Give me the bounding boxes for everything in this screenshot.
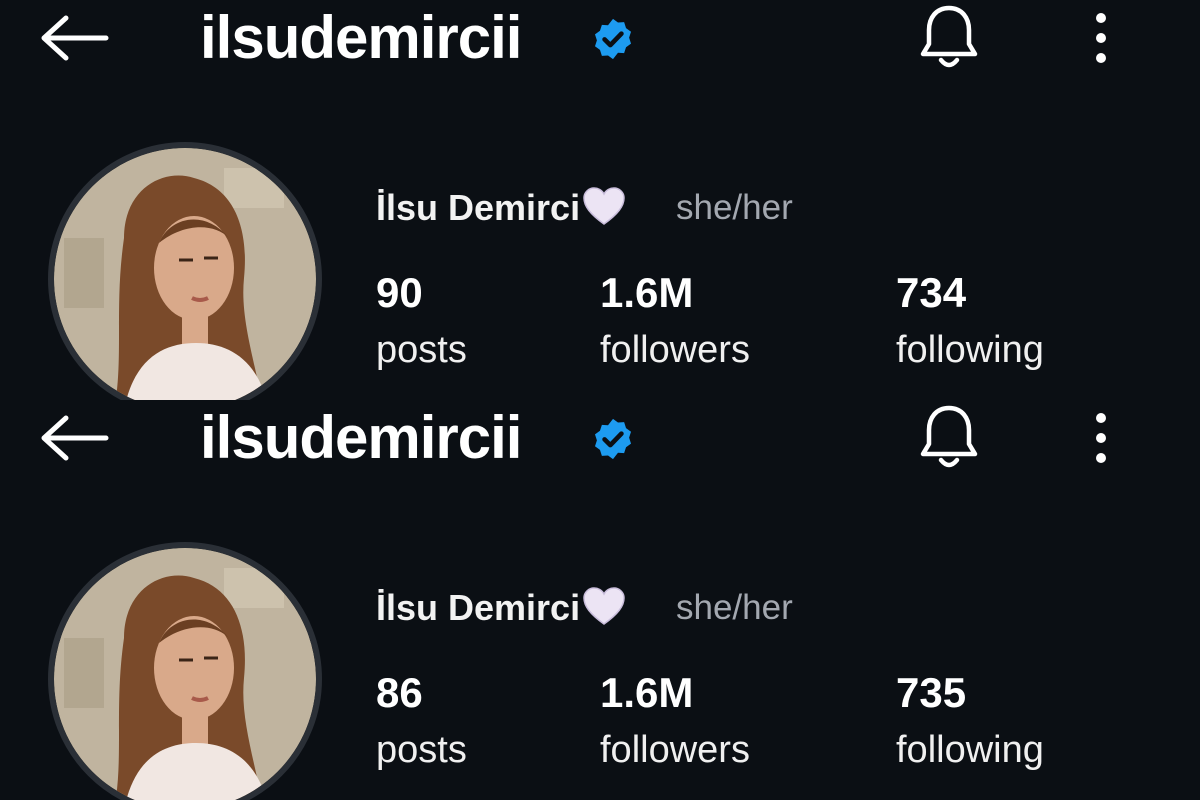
avatar-photo <box>54 148 316 400</box>
posts-label: posts <box>376 729 467 771</box>
notifications-button[interactable] <box>912 402 986 474</box>
posts-value: 90 <box>376 269 423 316</box>
posts-value: 86 <box>376 669 423 716</box>
following-label: following <box>896 729 1044 771</box>
white-heart-icon <box>583 587 625 625</box>
following-value: 735 <box>896 669 967 716</box>
followers-label: followers <box>600 729 750 771</box>
avatar-photo <box>54 548 316 800</box>
following-count[interactable]: 734 following <box>896 268 1044 376</box>
posts-count[interactable]: 86 posts <box>376 668 467 776</box>
back-button[interactable] <box>34 8 114 68</box>
following-label: following <box>896 329 1044 371</box>
followers-label: followers <box>600 329 750 371</box>
display-name: İlsu Demirci <box>376 186 626 230</box>
followers-count[interactable]: 1.6M followers <box>600 668 750 776</box>
arrow-left-icon <box>41 15 109 61</box>
profile-username: ilsudemircii <box>200 4 522 71</box>
following-value: 734 <box>896 269 967 316</box>
verified-badge-icon <box>594 418 632 460</box>
profile-avatar[interactable] <box>48 142 322 400</box>
white-heart-icon <box>583 187 625 225</box>
notifications-button[interactable] <box>912 2 986 74</box>
bell-icon <box>920 405 978 468</box>
following-count[interactable]: 735 following <box>896 668 1044 776</box>
display-name-text: İlsu Demirci <box>376 187 581 228</box>
more-vertical-icon <box>1096 13 1106 63</box>
posts-label: posts <box>376 329 467 371</box>
pronouns: she/her <box>676 588 793 627</box>
pronouns: she/her <box>676 188 793 227</box>
profile-screenshot-bottom: ilsudemircii İlsu Demirci she/her 86 pos… <box>0 400 1200 800</box>
profile-avatar[interactable] <box>48 542 322 800</box>
bell-icon <box>920 5 978 68</box>
more-vertical-icon <box>1096 413 1106 463</box>
profile-screenshot-top: ilsudemircii İlsu Demirci she/her 90 pos… <box>0 0 1200 400</box>
more-options-button[interactable] <box>1084 6 1118 70</box>
display-name-text: İlsu Demirci <box>376 587 581 628</box>
more-options-button[interactable] <box>1084 406 1118 470</box>
followers-count[interactable]: 1.6M followers <box>600 268 750 376</box>
followers-value: 1.6M <box>600 669 694 716</box>
verified-badge-icon <box>594 18 632 60</box>
followers-value: 1.6M <box>600 269 694 316</box>
profile-username: ilsudemircii <box>200 404 522 471</box>
posts-count[interactable]: 90 posts <box>376 268 467 376</box>
display-name: İlsu Demirci <box>376 586 626 630</box>
arrow-left-icon <box>41 415 109 461</box>
back-button[interactable] <box>34 408 114 468</box>
